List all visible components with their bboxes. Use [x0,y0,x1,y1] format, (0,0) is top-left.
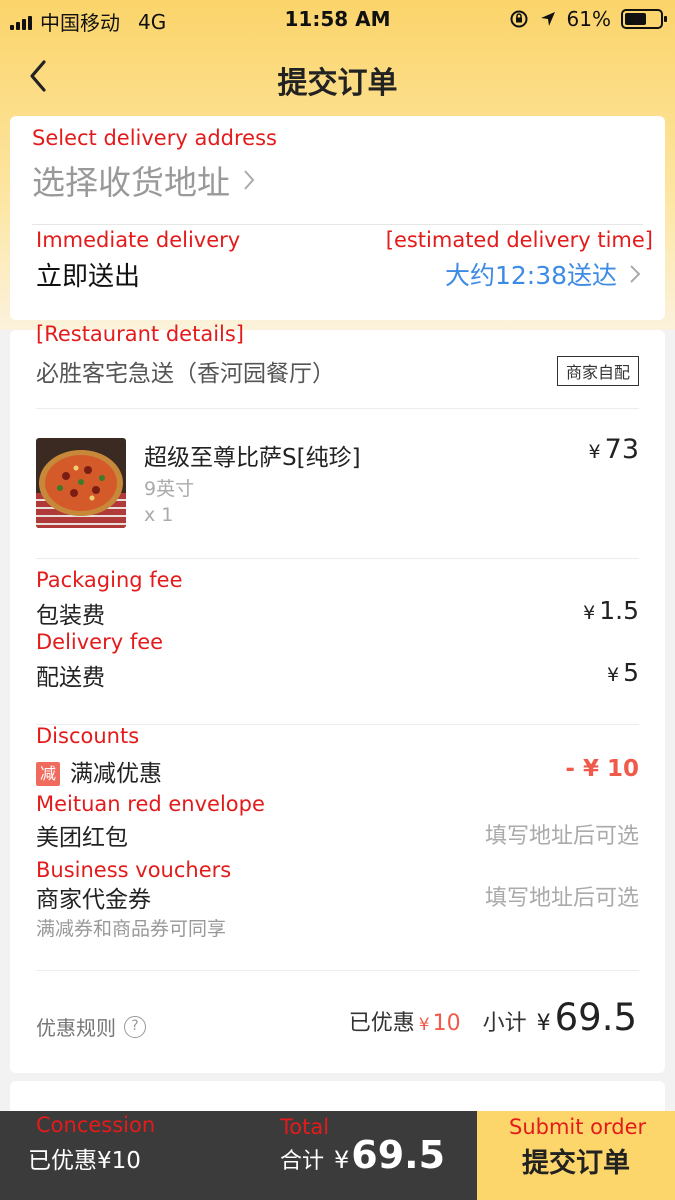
battery-percent: 61% [566,7,611,31]
packaging-fee-label: 包装费 [36,603,105,629]
restaurant-name: 必胜客宅急送（香河园餐厅） [36,361,335,387]
delivery-time-annotation: [estimated delivery time] [385,228,653,252]
red-envelope-label: 美团红包 [36,825,128,851]
order-card: [Restaurant details] 必胜客宅急送（香河园餐厅） 商家自配 … [10,322,665,1073]
total-label: 合计 [280,1149,325,1174]
delivery-time-selector[interactable]: 大约12:38送达 [445,256,641,292]
discounts-annotation: Discounts [36,724,140,748]
discount-rules-link[interactable]: 优惠规则 ? [36,1012,146,1041]
red-envelope-selector[interactable]: 填写地址后可选 [485,818,639,850]
currency-symbol: ¥ [583,602,596,624]
subtotal-value: 69.5 [554,996,637,1039]
currency-symbol: ¥ [334,1146,350,1174]
saved-amount: 10 [432,1011,461,1036]
subtotal-label: 小计 [482,1011,527,1036]
address-card: Select delivery address 选择收货地址 Immediate… [10,116,665,320]
currency-symbol: ¥ [536,1011,551,1036]
delivery-fee-value: ¥5 [607,658,639,687]
status-bar: 中国移动 4G 11:58 AM 61% [0,0,675,38]
order-total: 合计 ¥ 69.5 [280,1133,445,1177]
currency-symbol: ¥ [607,664,620,686]
item-name: 超级至尊比萨S[纯珍] [144,445,361,471]
total-amount: 69.5 [351,1133,446,1177]
delivery-mode: 立即送出 [36,262,141,292]
delivery-fee-annotation: Delivery fee [36,630,164,654]
packaging-annotation: Packaging fee [36,568,183,592]
discount-badge-icon: 减 [36,762,60,786]
saved-value: ¥10 [419,1011,461,1036]
currency-symbol: ¥ [588,441,601,463]
item-price-value: 73 [604,434,639,465]
battery-fill [625,13,646,25]
address-annotation: Select delivery address [32,126,277,150]
currency-symbol: ¥ [418,1015,430,1035]
delivery-annotation: Immediate delivery [36,228,241,252]
item-price: ¥73 [589,434,639,465]
voucher-annotation: Business vouchers [36,858,232,882]
concession-annotation: Concession [36,1113,156,1137]
chevron-left-icon[interactable] [22,54,58,98]
estimated-time: 大约12:38送达 [444,261,617,290]
divider [32,224,643,225]
submit-annotation: Submit order [509,1115,647,1139]
discount-label: 减满减优惠 [36,754,162,788]
voucher-selector[interactable]: 填写地址后可选 [485,880,639,912]
status-right: 61% [509,7,667,31]
divider [36,970,639,971]
select-address-button[interactable]: 选择收货地址 [32,156,256,204]
divider [36,558,639,559]
voucher-label: 商家代金券 [36,887,151,913]
packaging-fee-amount: 1.5 [599,596,639,625]
saved-label: 已优惠 [348,1011,415,1036]
chevron-right-icon [630,265,641,283]
item-spec: 9英寸 [144,478,195,500]
item-quantity: x 1 [144,504,174,526]
discount-value: - ¥ 10 [565,756,639,782]
navigation-bar: 提交订单 [0,38,675,114]
red-envelope-annotation: Meituan red envelope [36,792,265,816]
chevron-right-icon [244,170,255,190]
discount-rules-label: 优惠规则 [36,1016,116,1040]
packaging-fee-value: ¥1.5 [583,596,639,625]
discount-label-text: 满减优惠 [70,761,162,787]
page-title: 提交订单 [277,66,398,101]
pizza-image [36,438,126,528]
battery-icon [621,9,667,29]
saved-summary: 已优惠¥10 [28,1148,141,1174]
restaurant-annotation: [Restaurant details] [36,322,244,346]
location-arrow-icon [540,12,555,26]
delivery-fee-label: 配送费 [36,665,105,691]
order-summary: 已优惠 ¥10 小计 ¥ 69.5 [349,996,637,1039]
rotation-lock-icon [510,10,528,28]
submit-order-label: 提交订单 [522,1148,630,1179]
divider [36,408,639,409]
submit-order-button[interactable]: Submit order 提交订单 [477,1111,675,1200]
address-placeholder: 选择收货地址 [32,163,230,202]
delivery-fee-amount: 5 [623,658,639,687]
voucher-note: 满减券和商品券可同享 [36,918,227,940]
self-delivery-badge: 商家自配 [556,356,639,386]
question-icon: ? [124,1015,146,1038]
